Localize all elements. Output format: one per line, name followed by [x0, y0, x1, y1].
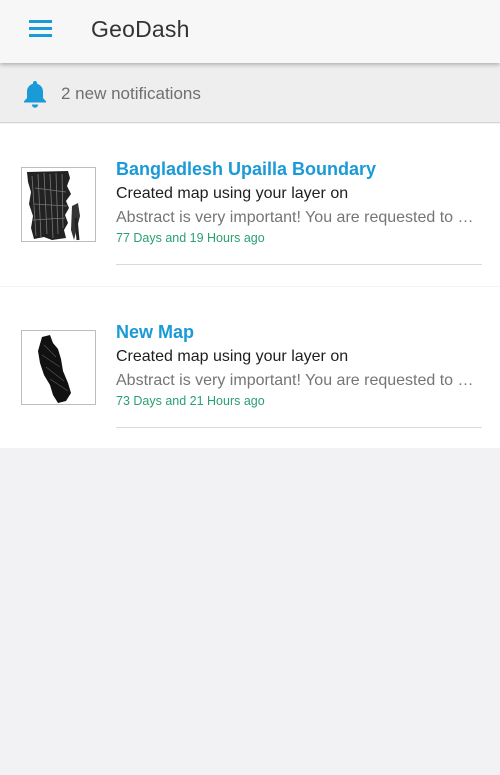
notification-abstract: Abstract is very important! You are requ…	[116, 372, 482, 389]
app-title: GeoDash	[91, 16, 190, 42]
bell-icon	[24, 81, 46, 108]
map-thumbnail	[21, 167, 96, 242]
item-divider	[116, 264, 482, 265]
notification-item[interactable]: Bangladlesh Upailla Boundary Created map…	[0, 124, 500, 286]
notification-time: 73 Days and 21 Hours ago	[116, 394, 265, 408]
app-bar: GeoDash	[0, 0, 500, 63]
notification-subtitle: Created map using your layer on	[116, 185, 349, 202]
notification-subtitle: Created map using your layer on	[116, 348, 349, 365]
map-thumbnail	[21, 330, 96, 405]
notification-title[interactable]: New Map	[116, 322, 194, 343]
notification-title[interactable]: Bangladlesh Upailla Boundary	[116, 159, 376, 180]
notifications-list: Bangladlesh Upailla Boundary Created map…	[0, 124, 500, 448]
notification-abstract: Abstract is very important! You are requ…	[116, 209, 482, 226]
item-divider	[116, 427, 482, 428]
notification-time: 77 Days and 19 Hours ago	[116, 231, 265, 245]
notifications-bar: 2 new notifications	[0, 63, 500, 123]
hamburger-menu-icon[interactable]	[20, 16, 62, 42]
notification-item[interactable]: New Map Created map using your layer on …	[0, 286, 500, 448]
notifications-count-text: 2 new notifications	[61, 84, 201, 103]
